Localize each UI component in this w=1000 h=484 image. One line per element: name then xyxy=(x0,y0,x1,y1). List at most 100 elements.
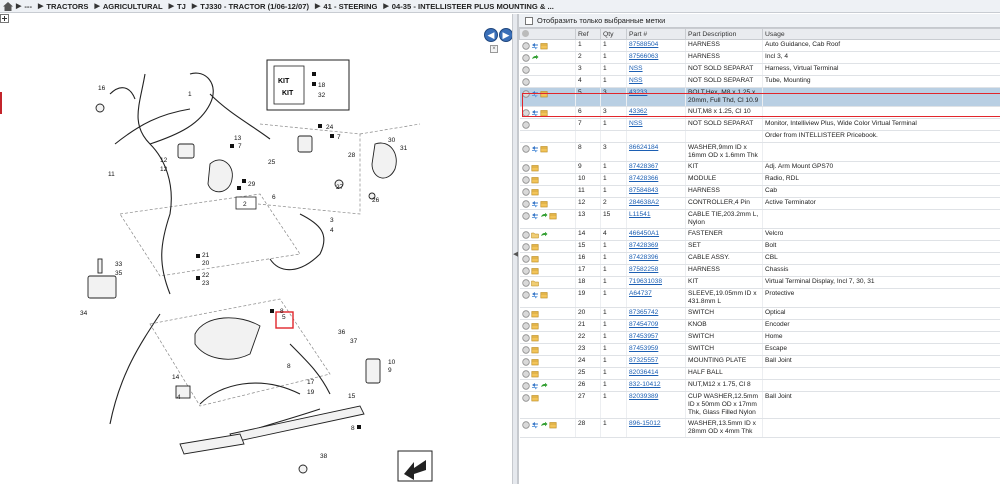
part-number-link[interactable]: 87453957 xyxy=(629,333,658,340)
add-to-cart-icon[interactable] xyxy=(521,291,530,299)
add-to-cart-icon[interactable] xyxy=(521,200,530,208)
replacement-arrow-icon[interactable] xyxy=(531,54,539,62)
table-row[interactable]: 22 1 87453957 SWITCH Home xyxy=(519,331,1000,344)
part-number-link[interactable]: 82039389 xyxy=(629,393,658,400)
add-to-cart-icon[interactable] xyxy=(521,346,530,354)
add-to-cart-icon[interactable] xyxy=(521,145,530,153)
collapse-arrow-icon[interactable]: ◀ xyxy=(513,250,518,260)
package-icon[interactable] xyxy=(531,243,539,251)
table-row[interactable]: 8 3 86624184 WASHER,9mm ID x 16mm OD x 1.6m… xyxy=(519,142,1000,162)
package-icon[interactable] xyxy=(540,90,548,98)
parts-diagram[interactable]: KIT KIT 1 16 2 3 4 5 6 7 7 8 8 9 10 11 1… xyxy=(0,14,513,484)
part-number-link[interactable]: NSS xyxy=(629,120,643,127)
replacement-arrow-icon[interactable] xyxy=(540,231,548,239)
add-to-cart-icon[interactable] xyxy=(521,90,530,98)
part-number-link[interactable]: 284638A2 xyxy=(629,199,659,206)
breadcrumb-item[interactable]: ▶ TRACTORS xyxy=(38,2,88,11)
package-icon[interactable] xyxy=(540,200,548,208)
table-row[interactable]: 19 1 A64737 SLEEVE,19.05mm ID x 431.8mm L Pr… xyxy=(519,288,1000,308)
close-icon[interactable]: × xyxy=(490,45,498,53)
table-row[interactable]: 1 1 87588504 HARNESS Auto Guidance, Cab Roof xyxy=(519,39,1000,52)
part-number-link[interactable]: 466450A1 xyxy=(629,230,659,237)
replacement-arrow-icon[interactable] xyxy=(540,382,548,390)
table-row[interactable]: 4 1 NSS NOT SOLD SEPARAT Tube, Mounting xyxy=(519,75,1000,88)
header-usage[interactable]: Usage xyxy=(762,28,1000,40)
table-row[interactable]: 25 1 82036414 HALF BALL xyxy=(519,367,1000,380)
part-number-link[interactable]: 87428369 xyxy=(629,242,658,249)
table-row[interactable]: 13 15 L11541 CABLE TIE,203.2mm L, Nylon xyxy=(519,209,1000,229)
package-icon[interactable] xyxy=(549,212,557,220)
package-icon[interactable] xyxy=(531,188,539,196)
interchange-icon[interactable] xyxy=(531,42,539,50)
header-ref[interactable]: Ref xyxy=(575,28,601,40)
show-selected-only-checkbox[interactable] xyxy=(525,16,533,25)
navigate-arrow-icon[interactable] xyxy=(397,450,433,482)
settings-icon[interactable] xyxy=(522,29,529,37)
add-to-cart-icon[interactable] xyxy=(521,66,530,74)
part-number-link[interactable]: 87428396 xyxy=(629,254,658,261)
part-number-link[interactable]: 43233 xyxy=(629,89,647,96)
part-number-link[interactable]: 87588504 xyxy=(629,41,658,48)
table-row[interactable]: 18 1 719631038 KIT Virtual Terminal Display,… xyxy=(519,276,1000,289)
add-to-cart-icon[interactable] xyxy=(521,42,530,50)
folder-icon[interactable] xyxy=(530,231,539,239)
package-icon[interactable] xyxy=(531,267,539,275)
interchange-icon[interactable] xyxy=(531,145,539,153)
breadcrumb-item[interactable]: ▶ 04-35 - INTELLISTEER PLUS MOUNTING & ..… xyxy=(383,2,553,11)
table-row[interactable]: 24 1 87325557 MOUNTING PLATE Ball Joint xyxy=(519,355,1000,368)
part-number-link[interactable]: 719631038 xyxy=(629,278,662,285)
part-number-link[interactable]: A64737 xyxy=(629,290,652,297)
add-to-cart-icon[interactable] xyxy=(521,243,530,251)
add-to-cart-icon[interactable] xyxy=(521,334,530,342)
part-number-link[interactable]: 82036414 xyxy=(629,369,658,376)
table-row[interactable]: 21 1 87454709 KNOB Encoder xyxy=(519,319,1000,332)
add-to-cart-icon[interactable] xyxy=(521,212,530,220)
package-icon[interactable] xyxy=(540,145,548,153)
part-number-link[interactable]: 87428367 xyxy=(629,163,658,170)
home-icon[interactable] xyxy=(3,1,13,11)
breadcrumb-item[interactable]: ▶ TJ xyxy=(169,2,186,11)
part-number-link[interactable]: NSS xyxy=(629,65,643,72)
table-row[interactable]: 28 1 896-15012 WASHER,13.5mm ID x 28mm OD x… xyxy=(519,418,1000,438)
package-icon[interactable] xyxy=(531,370,539,378)
table-row[interactable]: 6 3 43362 NUT,M8 x 1.25, Cl 10 xyxy=(519,106,1000,119)
add-to-cart-icon[interactable] xyxy=(521,267,530,275)
package-icon[interactable] xyxy=(531,176,539,184)
table-row[interactable]: 7 1 NSS NOT SOLD SEPARAT Monitor, Intellivie… xyxy=(519,118,1000,131)
interchange-icon[interactable] xyxy=(531,212,539,220)
add-to-cart-icon[interactable] xyxy=(521,322,530,330)
add-to-cart-icon[interactable] xyxy=(521,231,530,239)
interchange-icon[interactable] xyxy=(531,109,539,117)
table-row[interactable]: 5 3 43233 BOLT,Hex, M8 x 1.25 x 20mm, Full … xyxy=(519,87,1000,107)
table-row[interactable]: 9 1 87428367 KIT Adj. Arm Mount GPS70 xyxy=(519,161,1000,174)
breadcrumb-item[interactable]: ▶ --- xyxy=(16,2,32,11)
part-number-link[interactable]: 87325557 xyxy=(629,357,658,364)
add-to-cart-icon[interactable] xyxy=(521,109,530,117)
table-row[interactable]: 3 1 NSS NOT SOLD SEPARAT Harness, Virtual Te… xyxy=(519,63,1000,76)
add-to-cart-icon[interactable] xyxy=(521,121,530,129)
package-icon[interactable] xyxy=(549,421,557,429)
add-to-cart-icon[interactable] xyxy=(521,255,530,263)
table-row[interactable]: 10 1 87428366 MODULE Radio, RDL xyxy=(519,173,1000,186)
add-to-cart-icon[interactable] xyxy=(521,358,530,366)
part-number-link[interactable]: NSS xyxy=(629,77,643,84)
part-number-link[interactable]: 87584843 xyxy=(629,187,658,194)
header-description[interactable]: Part Description xyxy=(685,28,763,40)
replacement-arrow-icon[interactable] xyxy=(540,212,548,220)
package-icon[interactable] xyxy=(531,334,539,342)
add-to-cart-icon[interactable] xyxy=(521,394,530,402)
interchange-icon[interactable] xyxy=(531,291,539,299)
add-to-cart-icon[interactable] xyxy=(521,421,530,429)
interchange-icon[interactable] xyxy=(531,421,539,429)
part-number-link[interactable]: 896-15012 xyxy=(629,420,661,427)
package-icon[interactable] xyxy=(531,310,539,318)
package-icon[interactable] xyxy=(540,109,548,117)
add-to-cart-icon[interactable] xyxy=(521,164,530,172)
part-number-link[interactable]: L11541 xyxy=(629,211,651,218)
package-icon[interactable] xyxy=(531,346,539,354)
part-number-link[interactable]: 86624184 xyxy=(629,144,658,151)
add-to-cart-icon[interactable] xyxy=(521,279,530,287)
header-qty[interactable]: Qty xyxy=(600,28,627,40)
table-row[interactable]: 16 1 87428396 CABLE ASSY. CBL xyxy=(519,252,1000,265)
package-icon[interactable] xyxy=(540,291,548,299)
